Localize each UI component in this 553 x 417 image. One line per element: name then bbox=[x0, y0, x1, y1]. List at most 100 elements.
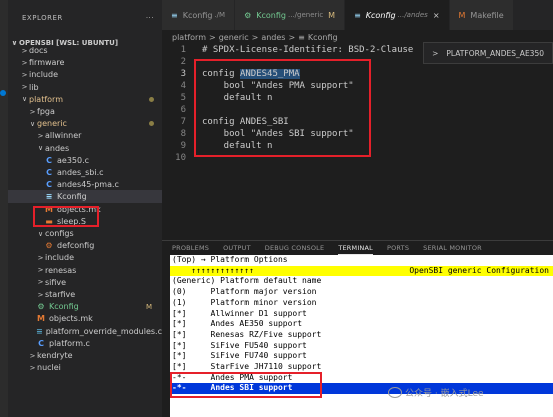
breadcrumb-item[interactable]: andes bbox=[261, 33, 285, 42]
code-text: # SPDX-License-Identifier: BSD-2-Clause bbox=[202, 45, 414, 55]
file-tree-item-label: objects.mk bbox=[49, 314, 93, 324]
watermark: 公众号 · 嵌入式Lee bbox=[388, 386, 484, 399]
file-tree-item[interactable]: ≡ platform_override_modules.ca... bbox=[8, 325, 162, 338]
kconfig-file-icon: ≡ bbox=[171, 10, 178, 20]
file-tree-item[interactable]: > lib bbox=[8, 81, 162, 94]
file-tree-item[interactable]: > docs bbox=[8, 44, 162, 57]
chevron-right-icon: > bbox=[37, 290, 44, 299]
file-tree-item[interactable]: > nuclei bbox=[8, 361, 162, 374]
file-tree-item-label: firmware bbox=[29, 58, 65, 68]
editor-tab[interactable]: ≡ Kconfig ./M bbox=[162, 0, 236, 30]
file-tree-item[interactable]: ⚙ defconfig bbox=[8, 239, 162, 252]
file-tree-item-label: nuclei bbox=[37, 363, 61, 373]
panel-tab-problems[interactable]: PROBLEMS bbox=[172, 241, 209, 255]
terminal-line: [*] Andes AE350 support bbox=[170, 319, 553, 330]
file-tree-item[interactable]: > firmware bbox=[8, 56, 162, 69]
code-line: 10 bbox=[162, 152, 553, 164]
panel-tab-debug-console[interactable]: DEBUG CONSOLE bbox=[265, 241, 325, 255]
c-file-icon: C bbox=[46, 180, 52, 190]
file-tree-item-label: andes45-pma.c bbox=[57, 180, 119, 190]
file-tree-item[interactable]: > include bbox=[8, 68, 162, 81]
file-tree-item[interactable]: > renesas bbox=[8, 264, 162, 277]
explorer-header: EXPLORER ··· bbox=[8, 0, 162, 36]
c-file-icon: C bbox=[46, 155, 52, 165]
kconfig-file-icon: ≡ bbox=[354, 10, 361, 20]
file-tree-item[interactable]: Candes45-pma.c bbox=[8, 178, 162, 191]
panel-tab-serial-monitor[interactable]: SERIAL MONITOR bbox=[423, 241, 482, 255]
chevron-down-icon: ∨ bbox=[37, 229, 44, 238]
file-tree-item-label: kendryte bbox=[37, 351, 73, 360]
file-tree-item[interactable]: Mobjects.mk bbox=[8, 203, 162, 216]
terminal[interactable]: (Top) → Platform Options ↑↑↑↑↑↑↑↑↑↑↑↑↑ Op… bbox=[170, 255, 553, 417]
line-number: 10 bbox=[175, 153, 186, 163]
editor-tab[interactable]: ≡ Kconfig .../andes × bbox=[345, 0, 450, 30]
makefile-icon: M bbox=[458, 10, 466, 20]
file-tree-item[interactable]: > sifive bbox=[8, 276, 162, 289]
file-tree-item-label: platform_override_modules.ca... bbox=[45, 326, 162, 336]
close-icon[interactable]: × bbox=[433, 11, 440, 20]
code-text: bool "Andes PMA support" bbox=[202, 81, 354, 91]
file-tree-item[interactable]: > allwinner bbox=[8, 129, 162, 142]
file-tree-item[interactable]: ∨ andes bbox=[8, 142, 162, 155]
file-tree-item-label: Kconfig bbox=[49, 302, 79, 312]
modified-dot-icon bbox=[149, 121, 154, 127]
terminal-text: [*] SiFive FU740 support bbox=[172, 351, 307, 361]
sticky-scroll-widget[interactable]: > PLATFORM_ANDES_AE350 bbox=[423, 42, 553, 64]
kconfig-gear-icon: ⚙ bbox=[37, 302, 45, 312]
file-tree-item[interactable]: Cae350.c bbox=[8, 154, 162, 167]
terminal-text: [*] SiFive FU540 support bbox=[172, 340, 307, 350]
more-actions-icon[interactable]: ··· bbox=[146, 14, 154, 22]
notification-badge bbox=[0, 90, 6, 96]
file-tree-item[interactable]: Cplatform.c bbox=[8, 337, 162, 350]
file-tree-item[interactable]: > include bbox=[8, 251, 162, 264]
terminal-line: ↑↑↑↑↑↑↑↑↑↑↑↑↑ OpenSBI generic Configurati… bbox=[170, 265, 553, 277]
file-tree-item-label: andes_sbi.c bbox=[57, 168, 104, 177]
chevron-right-icon: > bbox=[29, 351, 36, 360]
file-tree-item-label: lib bbox=[29, 82, 39, 92]
terminal-text: -*- Andes PMA support bbox=[172, 372, 293, 382]
makefile-icon: M bbox=[37, 314, 45, 324]
breadcrumb-item[interactable]: Kconfig bbox=[308, 33, 338, 42]
modified-dot-icon bbox=[149, 96, 154, 102]
file-tree-item-label: include bbox=[45, 253, 74, 263]
file-tree-item[interactable]: ≡ Kconfig bbox=[8, 190, 162, 204]
tab-label: Kconfig bbox=[182, 10, 213, 20]
file-tree-item[interactable]: ∨ configs bbox=[8, 227, 162, 240]
code-text: config ANDES_SBI bbox=[202, 117, 289, 127]
config-file-icon: ⚙ bbox=[45, 241, 53, 251]
tab-label: Kconfig bbox=[365, 10, 396, 20]
panel-tab-output[interactable]: OUTPUT bbox=[223, 241, 251, 255]
terminal-line: -*- Andes PMA support bbox=[170, 373, 553, 384]
file-tree-item-label: configs bbox=[45, 229, 74, 238]
panel-tab-ports[interactable]: PORTS bbox=[387, 241, 409, 255]
breadcrumb-item[interactable]: generic bbox=[219, 33, 249, 42]
git-status-badge: M bbox=[145, 302, 152, 311]
file-tree-item[interactable]: > fpga bbox=[8, 105, 162, 118]
file-tree-item[interactable]: Candes_sbi.c bbox=[8, 166, 162, 179]
breadcrumb-separator: > bbox=[209, 32, 216, 42]
breadcrumb-item[interactable]: platform bbox=[172, 33, 206, 42]
terminal-line: [*] Renesas RZ/Five support bbox=[170, 330, 553, 341]
line-number: 5 bbox=[180, 93, 186, 103]
line-number: 7 bbox=[180, 117, 186, 127]
activity-bar bbox=[0, 0, 8, 417]
file-tree-item[interactable]: ▬ sleep.S bbox=[8, 215, 162, 228]
file-tree-item-label: andes bbox=[45, 143, 70, 153]
editor-tab[interactable]: ⚙ Kconfig .../generic M bbox=[235, 0, 346, 30]
breadcrumb-item[interactable]: ≡ bbox=[298, 33, 305, 42]
file-tree-item[interactable]: > starfive bbox=[8, 288, 162, 301]
chevron-down-icon: ∨ bbox=[29, 119, 36, 128]
chevron-down-icon: ∨ bbox=[37, 144, 44, 153]
file-tree-item[interactable]: Mobjects.mk bbox=[8, 312, 162, 325]
file-tree-item[interactable]: ∨ generic bbox=[8, 117, 162, 130]
editor-tab[interactable]: M Makefile bbox=[449, 0, 514, 30]
code-line: 9 default n bbox=[162, 140, 553, 152]
chevron-right-icon: > bbox=[37, 253, 44, 262]
tab-path: .../generic bbox=[287, 11, 324, 19]
file-tree-item[interactable]: > kendryte bbox=[8, 349, 162, 362]
terminal-text: (1) Platform minor version bbox=[172, 297, 317, 307]
file-tree-item[interactable]: ⚙ Kconfig M bbox=[8, 300, 162, 313]
file-tree-item[interactable]: ∨ platform bbox=[8, 93, 162, 106]
panel-tab-terminal[interactable]: TERMINAL bbox=[338, 241, 373, 255]
